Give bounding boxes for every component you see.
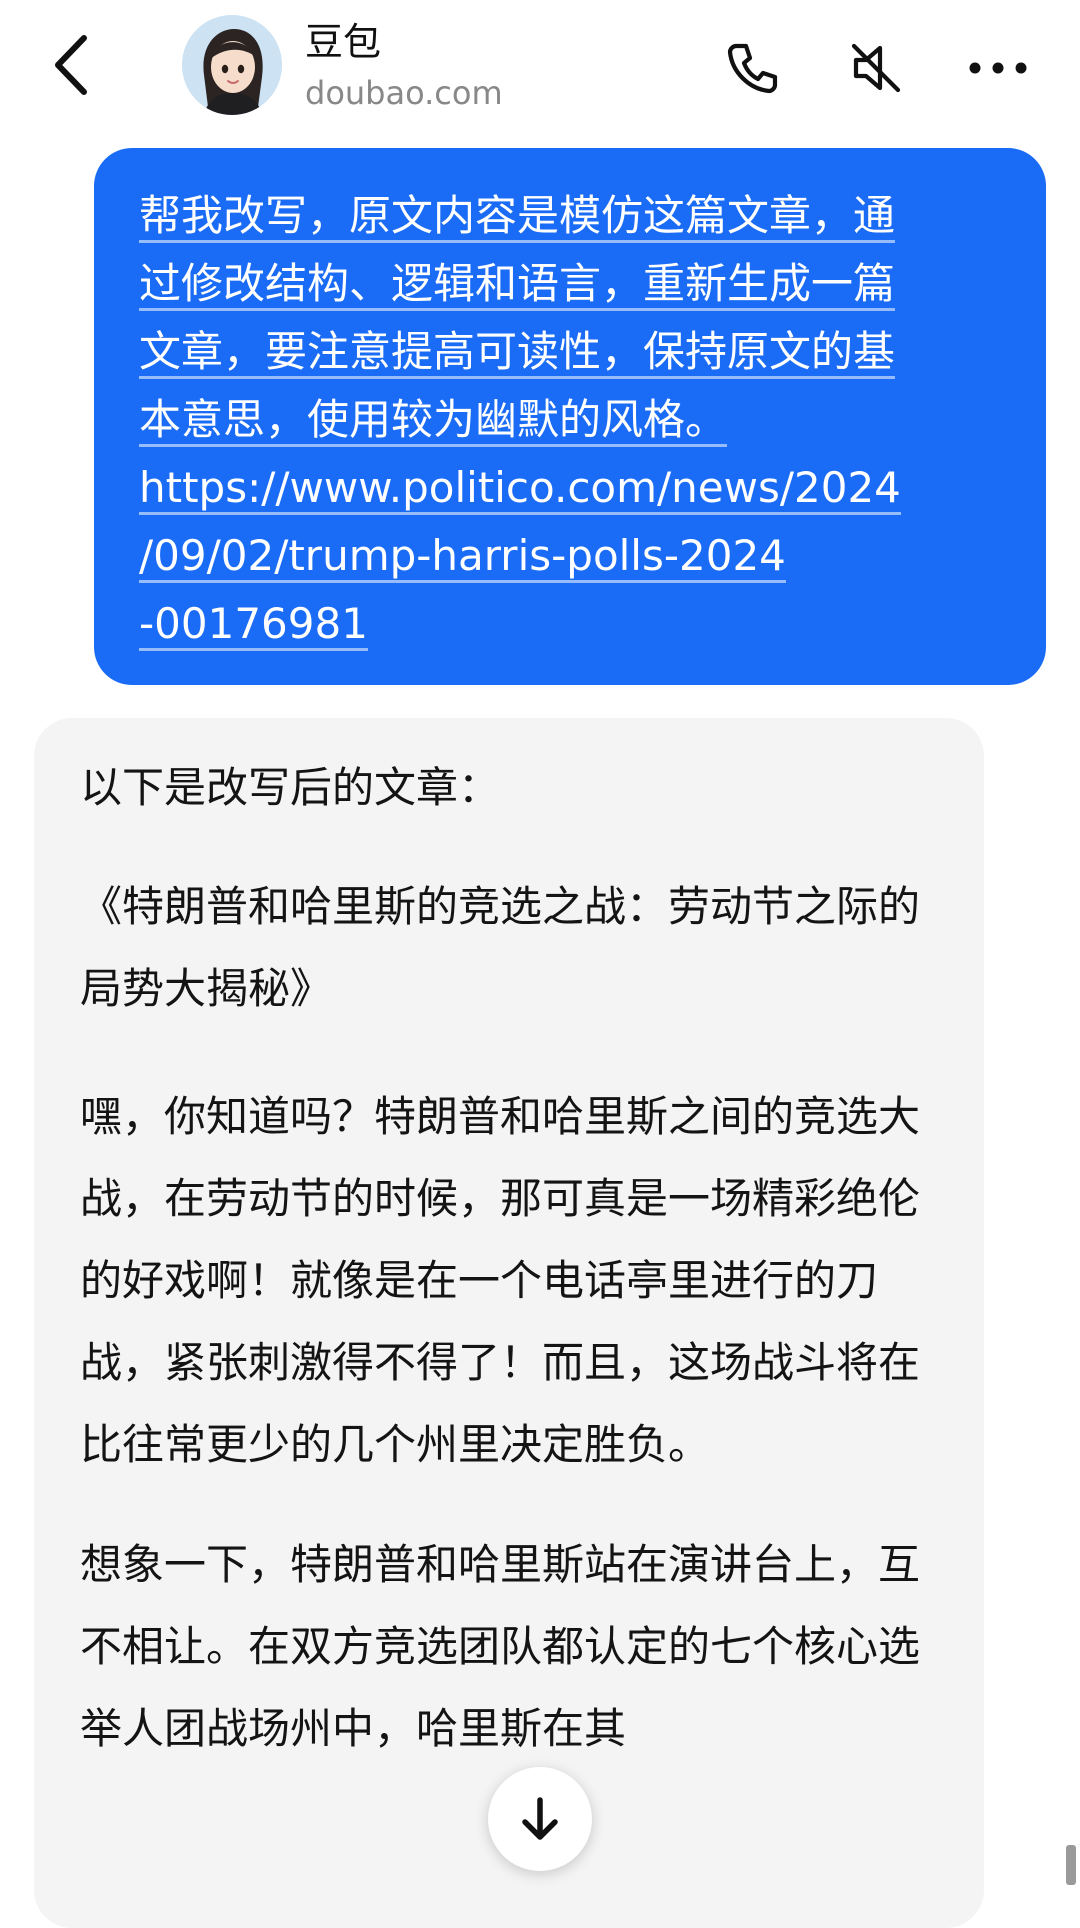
more-dots-icon bbox=[969, 62, 1027, 74]
chat-header: 豆包 doubao.com bbox=[0, 0, 1080, 135]
avatar[interactable] bbox=[182, 15, 282, 115]
back-button[interactable] bbox=[40, 30, 100, 100]
avatar-image bbox=[182, 15, 282, 115]
scroll-to-bottom-button[interactable] bbox=[488, 1767, 592, 1871]
article-paragraph: 嘿，你知道吗？特朗普和哈里斯之间的竞选大战，在劳动节的时候，那可真是一场精彩绝伦… bbox=[80, 1092, 921, 1469]
user-message-line: 过修改结构、逻辑和语言，重新生成一篇 bbox=[139, 259, 896, 311]
arrow-down-icon bbox=[522, 1797, 558, 1840]
article-title: 《特朗普和哈里斯的竞选之战：劳动节之际的局势大揭秘》 bbox=[80, 882, 921, 1013]
assistant-message-bubble: 以下是改写后的文章： 《特朗普和哈里斯的竞选之战：劳动节之际的局势大揭秘》 嘿，… bbox=[34, 718, 984, 1928]
user-message-line: 本意思，使用较为幽默的风格。 bbox=[139, 395, 728, 447]
user-message-text: 帮我改写，原文内容是模仿这篇文章，通 过修改结构、逻辑和语言，重新生成一篇 文章… bbox=[139, 182, 996, 658]
user-message-line: 文章，要注意提高可读性，保持原文的基 bbox=[139, 327, 896, 379]
article-link[interactable]: https://www.politico.com/news/2024 bbox=[139, 463, 901, 515]
phone-icon bbox=[727, 43, 778, 94]
article-link[interactable]: -00176981 bbox=[139, 599, 368, 651]
contact-domain: doubao.com bbox=[305, 74, 503, 112]
back-arrow-icon bbox=[55, 35, 87, 95]
user-message-bubble[interactable]: 帮我改写，原文内容是模仿这篇文章，通 过修改结构、逻辑和语言，重新生成一篇 文章… bbox=[94, 148, 1046, 685]
assistant-intro: 以下是改写后的文章： bbox=[80, 763, 501, 812]
user-message-line: 帮我改写，原文内容是模仿这篇文章，通 bbox=[139, 191, 896, 243]
more-button[interactable] bbox=[960, 30, 1036, 106]
article-paragraph: 想象一下，特朗普和哈里斯站在演讲台上，互不相让。在双方竞选团队都认定的七个核心选… bbox=[80, 1540, 921, 1753]
call-button[interactable] bbox=[714, 30, 790, 106]
article-link[interactable]: /09/02/trump-harris-polls-2024 bbox=[139, 531, 786, 583]
speaker-muted-icon bbox=[851, 43, 901, 93]
scrollbar[interactable] bbox=[1066, 1845, 1076, 1885]
mute-button[interactable] bbox=[838, 30, 914, 106]
contact-name: 豆包 bbox=[305, 20, 382, 64]
